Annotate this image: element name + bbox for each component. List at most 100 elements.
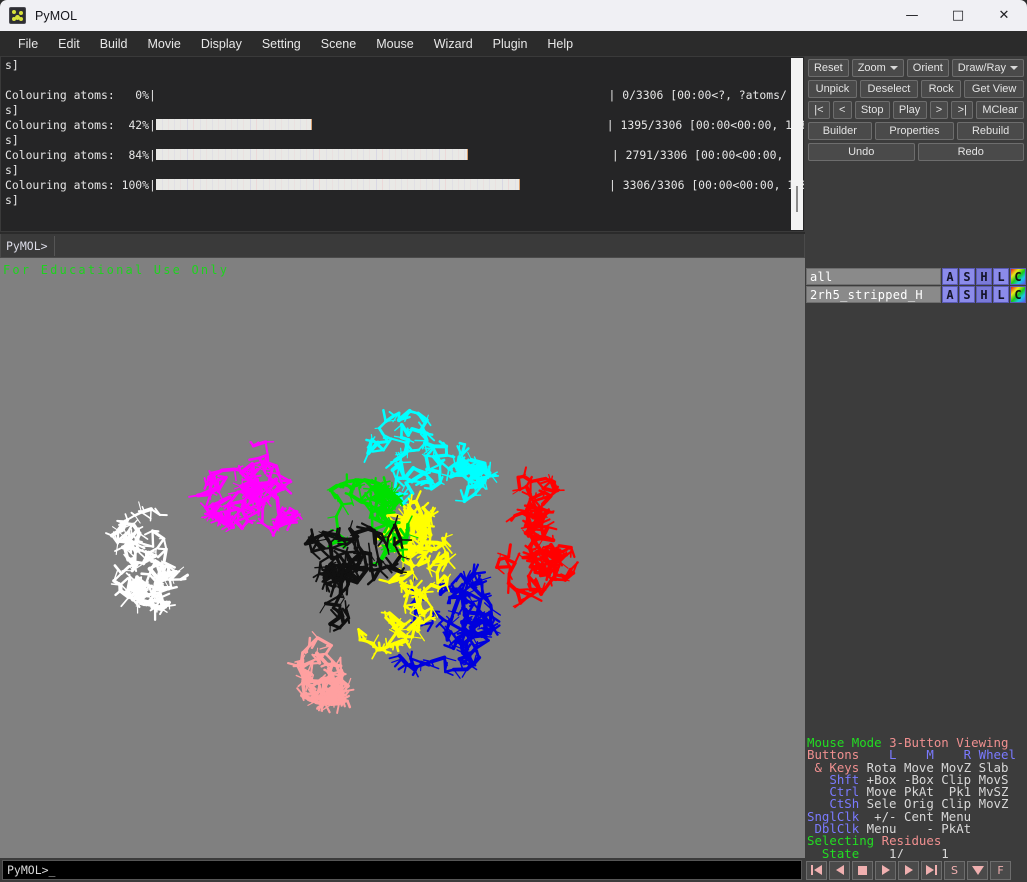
object-toggle-c[interactable]: C — [1010, 268, 1026, 285]
menu-item-help[interactable]: Help — [537, 34, 583, 54]
control-button-grid: Reset Zoom Orient Draw/Ray Unpick Deselect Roc… — [805, 56, 1027, 161]
object-list-item[interactable]: all A S H L C — [806, 268, 1026, 285]
menu-item-mouse[interactable]: Mouse — [366, 34, 424, 54]
control-button-play[interactable]: Play — [892, 101, 927, 119]
control-button-row: Reset Zoom Orient Draw/Ray — [808, 59, 1025, 77]
chevron-down-icon — [1010, 66, 1019, 70]
object-toggle-h[interactable]: H — [976, 268, 992, 285]
control-button-undo[interactable]: Undo — [808, 143, 915, 161]
menu-item-build[interactable]: Build — [90, 34, 138, 54]
control-button-btn[interactable]: >| — [951, 101, 974, 119]
status-prompt[interactable]: PyMOL>_ — [2, 860, 802, 880]
control-button-zoom[interactable]: Zoom — [851, 59, 904, 77]
control-button-label: Play — [898, 104, 921, 116]
control-button-properties[interactable]: Properties — [874, 122, 955, 140]
menu-item-scene[interactable]: Scene — [311, 34, 366, 54]
console-output-panel: s] Colouring atoms: 0%| | 0/3306 [00:00<?… — [0, 56, 805, 232]
control-button-rock[interactable]: Rock — [920, 80, 962, 98]
playback-controls: SF — [806, 860, 1011, 880]
playback-step-back-button[interactable] — [829, 860, 850, 880]
console-scrollbar-thumb[interactable] — [796, 186, 798, 212]
object-toggle-l[interactable]: L — [993, 286, 1009, 303]
console-line-suffix: | 0/3306 [00:00<?, ?atoms/ — [608, 88, 787, 102]
command-input[interactable] — [53, 235, 804, 256]
control-button-unpick[interactable]: Unpick — [808, 80, 857, 98]
menu-item-edit[interactable]: Edit — [48, 34, 90, 54]
playback-play-button[interactable] — [875, 860, 896, 880]
playback-stop-button[interactable] — [852, 860, 873, 880]
console-line-suffix: | 2791/3306 [00:00<00:00, 13897.46atoms/ — [611, 148, 804, 162]
console-line-suffix: | 3306/3306 [00:00<00:00, 13889.18atoms/ — [609, 178, 804, 192]
control-button-btn[interactable]: |< — [808, 101, 830, 119]
menu-item-file[interactable]: File — [8, 34, 48, 54]
playback-forward-to-end-button[interactable] — [921, 860, 942, 880]
control-button-label: Get View — [971, 83, 1017, 95]
panel-gap-lower — [805, 304, 1027, 736]
right-control-panel: Reset Zoom Orient Draw/Ray Unpick Deselect Roc… — [805, 56, 1027, 859]
control-button-builder[interactable]: Builder — [808, 122, 872, 140]
progress-bar-fill — [155, 119, 312, 130]
menu-item-display[interactable]: Display — [191, 34, 252, 54]
control-button-label: Stop — [860, 104, 884, 116]
menu-item-movie[interactable]: Movie — [138, 34, 191, 54]
console-line: Colouring atoms: 84%| | 2791/3306 [00:00… — [5, 148, 804, 163]
console-line-suffix: | 1395/3306 [00:00<00:00, 13812.39atoms/ — [606, 118, 804, 132]
console-line-prefix: Colouring atoms: 0%| — [5, 88, 156, 102]
object-name[interactable]: all — [806, 268, 941, 285]
maximize-button[interactable]: □ — [935, 0, 981, 31]
minimize-button[interactable]: — — [889, 0, 935, 31]
control-button-label: Reset — [813, 62, 843, 74]
object-toggle-s[interactable]: S — [959, 286, 975, 303]
console-line-pad — [156, 88, 609, 102]
control-button-row: |< < Stop Play > >| MClear — [808, 101, 1024, 119]
menu-item-setting[interactable]: Setting — [252, 34, 311, 54]
control-button-get-view[interactable]: Get View — [964, 80, 1024, 98]
pymol-logo-icon — [9, 7, 26, 24]
playback-settings-button[interactable]: S — [944, 860, 965, 880]
prompt-label: PyMOL> — [6, 238, 48, 253]
object-toggle-c[interactable]: C — [1010, 286, 1026, 303]
control-button-label: > — [935, 104, 943, 116]
object-toggle-a[interactable]: A — [942, 286, 958, 303]
object-toggle-s[interactable]: S — [959, 268, 975, 285]
control-button-draw-ray[interactable]: Draw/Ray — [951, 59, 1025, 77]
window-title: PyMOL — [35, 8, 78, 23]
control-button-redo[interactable]: Redo — [917, 143, 1024, 161]
control-button-btn[interactable]: > — [929, 101, 949, 119]
control-button-stop[interactable]: Stop — [854, 101, 890, 119]
progress-bar-fill — [155, 179, 520, 190]
playback-step-forward-button[interactable] — [898, 860, 919, 880]
playback-menu-button[interactable] — [967, 860, 988, 880]
playback-fullscreen-button[interactable]: F — [990, 860, 1011, 880]
console-line-prefix: Colouring atoms: 84%| — [5, 148, 156, 162]
object-toggle-h[interactable]: H — [976, 286, 992, 303]
molecule-stick-model — [105, 408, 579, 714]
molecular-viewport[interactable]: For Educational Use Only — [0, 258, 805, 858]
menu-item-plugin[interactable]: Plugin — [483, 34, 538, 54]
close-button[interactable]: ✕ — [981, 0, 1027, 31]
control-button-reset[interactable]: Reset — [808, 59, 849, 77]
console-line: s] — [5, 103, 19, 117]
console-scrollbar[interactable] — [791, 58, 803, 230]
pymol-application-window: PyMOL — □ ✕ File Edit Build Movie Display Set… — [0, 0, 1027, 882]
control-button-label: < — [838, 104, 846, 116]
object-list-item[interactable]: 2rh5_stripped_H A S H L C — [806, 286, 1026, 303]
control-button-rebuild[interactable]: Rebuild — [957, 122, 1025, 140]
console-line: s] — [5, 163, 19, 177]
menu-item-wizard[interactable]: Wizard — [424, 34, 483, 54]
control-button-btn[interactable]: < — [832, 101, 852, 119]
console-line: s] — [5, 193, 19, 207]
legend-w-5 — [971, 821, 1008, 836]
playback-label: S — [951, 863, 958, 877]
object-toggle-l[interactable]: L — [993, 268, 1009, 285]
control-button-mclear[interactable]: MClear — [976, 101, 1024, 119]
control-button-label: Properties — [889, 125, 940, 137]
control-button-label: Rock — [928, 83, 954, 95]
control-button-label: Builder — [822, 125, 857, 137]
playback-rewind-to-start-button[interactable] — [806, 860, 827, 880]
object-toggle-a[interactable]: A — [942, 268, 958, 285]
object-name[interactable]: 2rh5_stripped_H — [806, 286, 941, 303]
control-button-orient[interactable]: Orient — [906, 59, 949, 77]
control-button-deselect[interactable]: Deselect — [859, 80, 918, 98]
control-button-label: Undo — [848, 146, 875, 158]
